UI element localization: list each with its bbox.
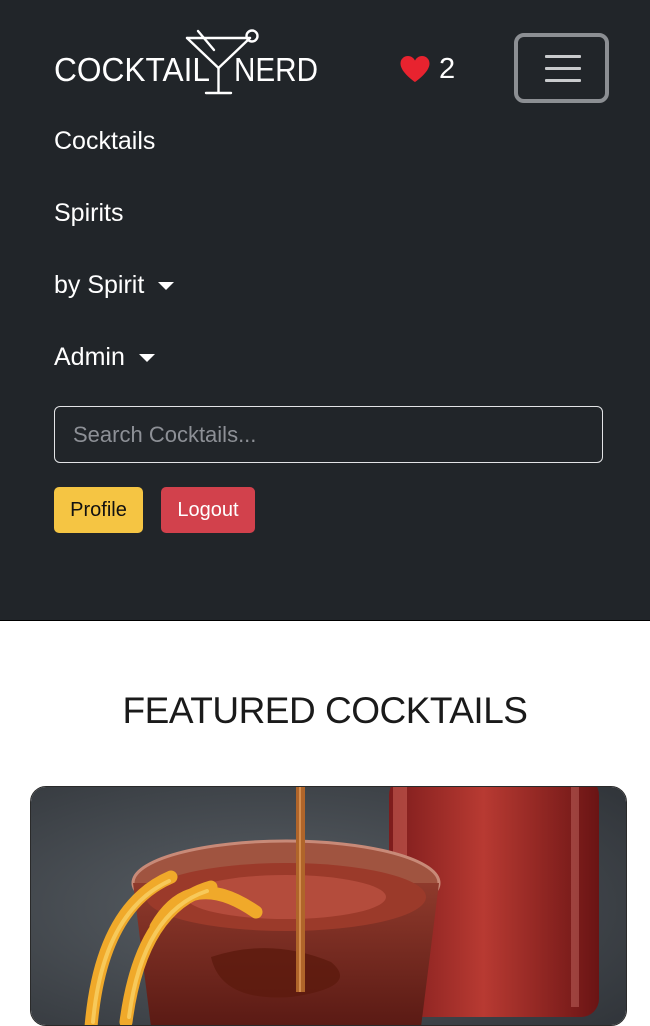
favorites-link[interactable]: 2: [399, 52, 455, 86]
nav-link-cocktails[interactable]: Cocktails: [54, 126, 155, 156]
nav-dropdown-by-spirit[interactable]: by Spirit: [54, 270, 175, 300]
nav-link-spirits[interactable]: Spirits: [54, 198, 123, 228]
featured-cocktail-card[interactable]: [30, 786, 627, 1026]
brand-name-right: NERD: [234, 51, 318, 88]
cocktail-photo: [31, 787, 626, 1025]
navbar: COCKTAIL NERD 2 Cocktails Spirits by Spi…: [0, 0, 650, 621]
nav-dropdown-admin[interactable]: Admin: [54, 342, 155, 372]
heart-icon: [400, 56, 430, 82]
nav-link-label: by Spirit: [54, 271, 145, 299]
nav-link-label: Spirits: [54, 199, 124, 227]
caret-down-icon: [158, 282, 175, 290]
logout-button[interactable]: Logout: [161, 487, 255, 533]
search-input[interactable]: [54, 406, 603, 463]
brand-logo[interactable]: COCKTAIL NERD: [54, 28, 324, 98]
menu-toggle-button[interactable]: [514, 33, 609, 103]
favorites-count: 2: [439, 53, 456, 85]
nav-link-label: Admin: [54, 343, 125, 371]
featured-cocktails-heading: FEATURED COCKTAILS: [122, 690, 528, 731]
brand-name-left: COCKTAIL: [54, 51, 210, 88]
profile-button[interactable]: Profile: [54, 487, 143, 533]
nav-link-label: Cocktails: [54, 127, 156, 155]
caret-down-icon: [138, 354, 155, 362]
